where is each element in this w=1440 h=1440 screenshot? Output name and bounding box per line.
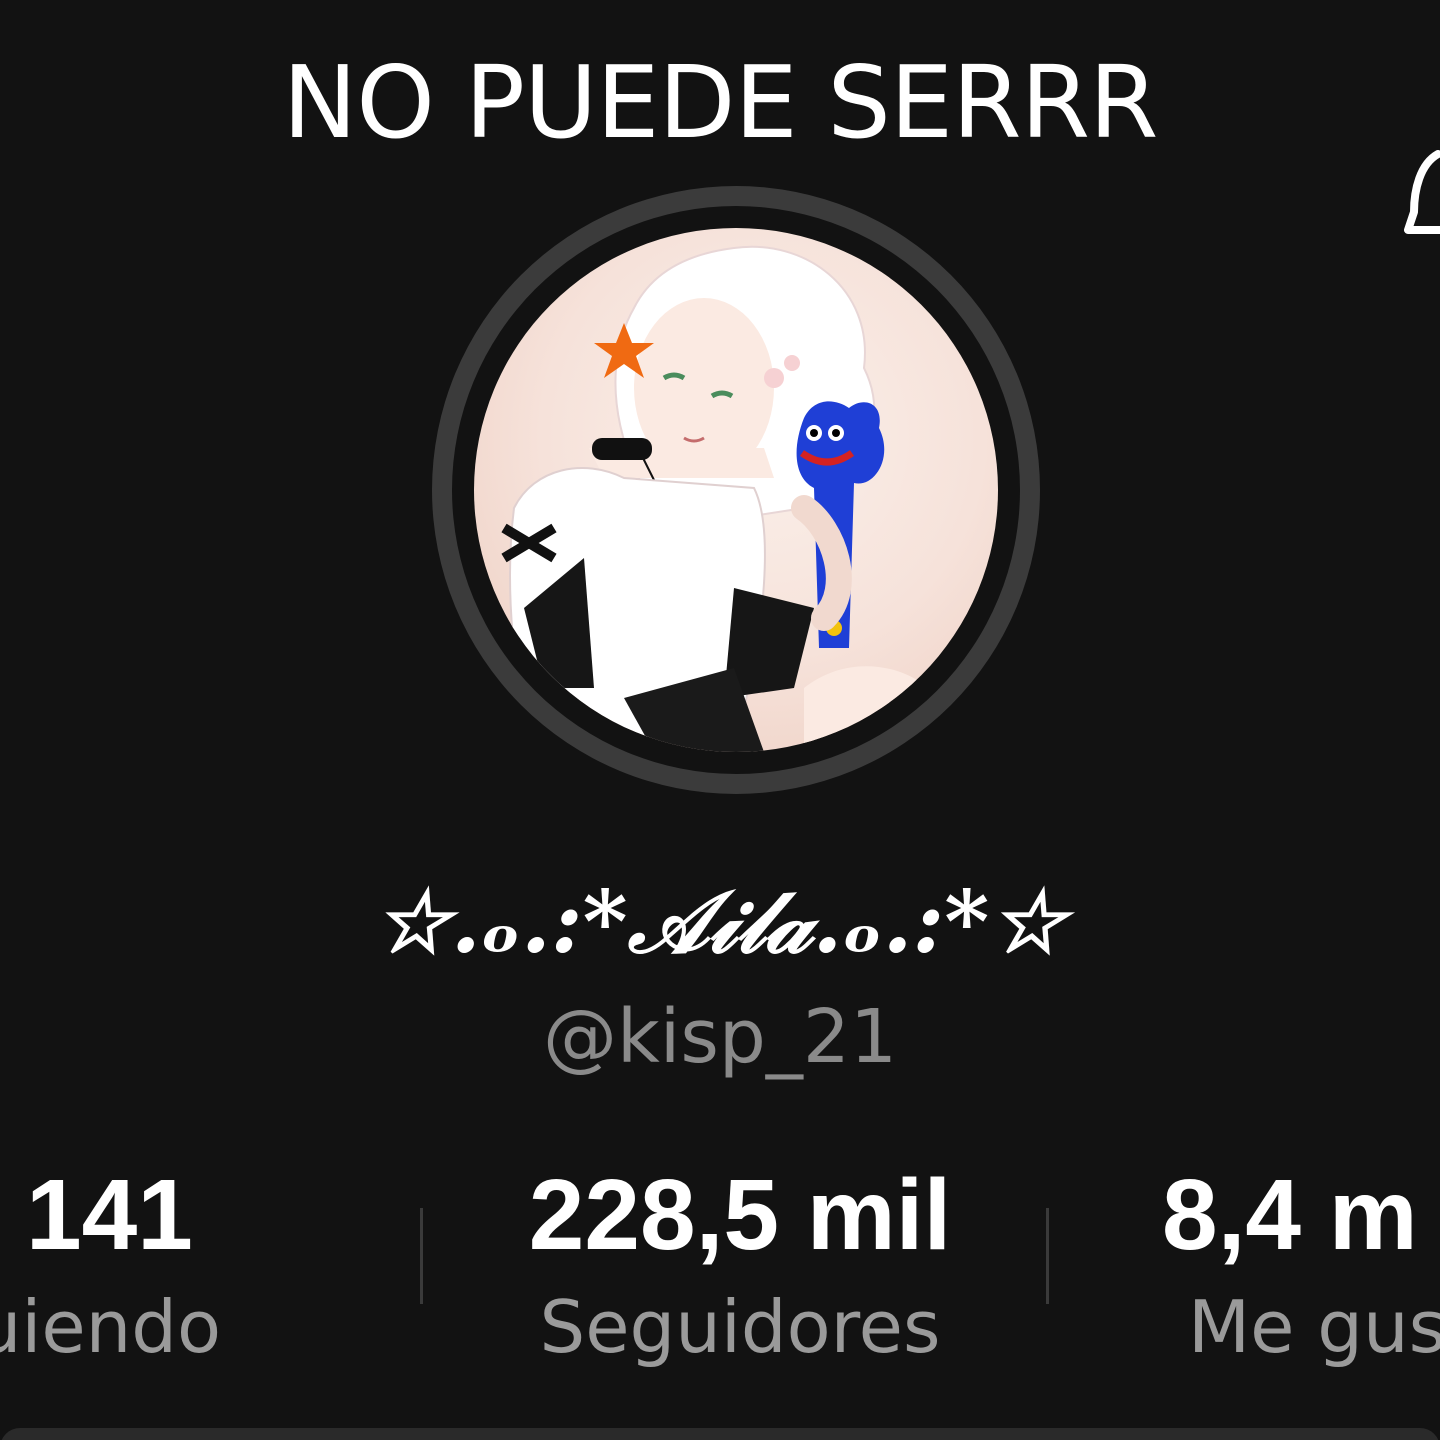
stat-divider <box>420 1208 423 1304</box>
notification-bell-icon[interactable] <box>1404 150 1440 245</box>
following-label: guiendo <box>0 1285 222 1369</box>
stat-followers[interactable]: 228,5 mil Seguidores <box>480 1160 1000 1372</box>
followers-label: Seguidores <box>539 1285 941 1369</box>
followers-count: 228,5 mil <box>528 1159 952 1271</box>
stat-following[interactable]: 141 guiendo <box>0 1160 320 1372</box>
avatar[interactable] <box>474 228 998 752</box>
stat-likes[interactable]: 8,4 m Me gus <box>1162 1160 1440 1372</box>
stat-divider <box>1046 1208 1049 1304</box>
username: @kisp_21 <box>542 994 898 1080</box>
bottom-button-edge <box>0 1428 1440 1440</box>
following-count: 141 <box>26 1159 193 1271</box>
display-name: ☆.ₒ.:*𝒜𝒾𝓁𝒶.ₒ.:*☆ <box>373 872 1067 973</box>
likes-count: 8,4 m <box>1162 1160 1418 1271</box>
video-caption-overlay: NO PUEDE SERRR <box>282 44 1158 161</box>
likes-label: Me gus <box>1188 1285 1440 1369</box>
